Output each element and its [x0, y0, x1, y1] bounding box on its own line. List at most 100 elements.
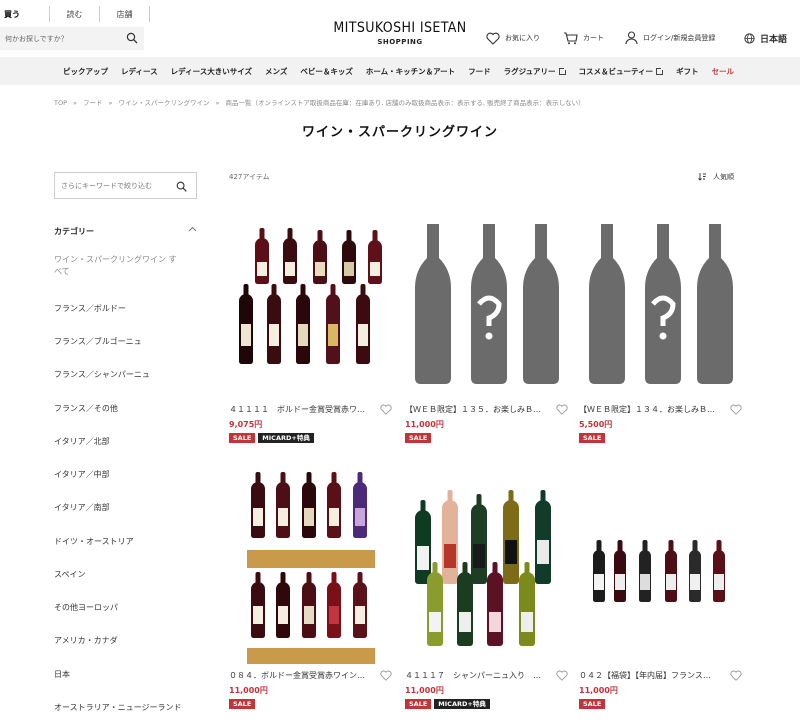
- nav-item-cosme-label: コスメ＆ビューティー: [578, 66, 654, 76]
- category-item-other-europe[interactable]: その他ヨーロッパ: [54, 602, 118, 614]
- product-name-text: ４１１１１ ボルドー金賞受賞赤ワ…: [229, 405, 365, 414]
- wine-bottle: [267, 294, 281, 364]
- category-item-italy-south[interactable]: イタリア／南部: [54, 502, 110, 514]
- product-name-text: ４１１１７ シャンパーニュ入り …: [405, 671, 541, 680]
- category-item-current[interactable]: ワイン・スパークリングワイン すべて: [54, 254, 182, 278]
- mode-tab-store[interactable]: 店舗: [100, 6, 150, 22]
- item-count: 427アイテム: [229, 173, 270, 181]
- search-icon[interactable]: [176, 181, 187, 192]
- nav-item-pickup[interactable]: ピックアップ: [63, 66, 108, 77]
- category-item-america-canada[interactable]: アメリカ・カナダ: [54, 635, 118, 647]
- wine-bottle: [713, 550, 725, 602]
- heart-icon[interactable]: [380, 404, 392, 415]
- product-image[interactable]: [405, 470, 570, 666]
- category-item-italy-north[interactable]: イタリア／北部: [54, 436, 110, 448]
- nav-item-ladies-plus[interactable]: レディース大きいサイズ: [171, 66, 252, 77]
- heart-icon[interactable]: [556, 404, 568, 415]
- award-stickers: [247, 648, 375, 664]
- category-item-spain[interactable]: スペイン: [54, 569, 85, 581]
- category-item-germany-austria[interactable]: ドイツ・オーストリア: [54, 536, 134, 548]
- product-card[interactable]: ４１１１１ ボルドー金賞受賞赤ワ… 9,075円 SALE MICARD+特典: [229, 212, 394, 443]
- heart-icon[interactable]: [380, 670, 392, 681]
- product-name[interactable]: ４１１１７ シャンパーニュ入り …: [405, 670, 570, 681]
- logo-main-text: MITSUKOSHI ISETAN: [333, 20, 467, 36]
- product-name[interactable]: ０４２【福袋】【年内届】フランス…: [579, 670, 744, 681]
- product-name[interactable]: 【ＷＥＢ限定】１３４．お楽しみＢ…: [579, 404, 744, 415]
- product-badges: SALE MICARD+特典: [229, 433, 394, 443]
- heart-icon[interactable]: [730, 670, 742, 681]
- nav-item-mens[interactable]: メンズ: [265, 66, 287, 77]
- mode-tabs: 買う 読む 店舗: [0, 6, 150, 22]
- wine-bottle: [665, 550, 677, 602]
- wine-bottle: [639, 550, 651, 602]
- login-label: ログイン/新規会員登録: [643, 34, 716, 42]
- mode-tab-buy[interactable]: 買う: [0, 6, 50, 22]
- wine-bottle: [302, 482, 316, 538]
- product-name[interactable]: ４１１１１ ボルドー金賞受賞赤ワ…: [229, 404, 394, 415]
- wine-bottle: [239, 294, 253, 364]
- product-card[interactable]: ４１１１７ シャンパーニュ入り … 11,000円 SALE MICARD+特典: [405, 470, 570, 709]
- sparkling-bottle: [442, 500, 458, 584]
- nav-item-food[interactable]: フード: [468, 66, 491, 77]
- mode-tab-read[interactable]: 読む: [50, 6, 100, 22]
- category-item-japan[interactable]: 日本: [54, 669, 70, 681]
- product-image[interactable]: [579, 470, 744, 666]
- breadcrumb: TOP » フード » ワイン・スパークリングワイン » 商品一覧（オンラインストア取扱商品…: [54, 97, 794, 107]
- heart-icon[interactable]: [730, 404, 742, 415]
- cart-link[interactable]: カート: [563, 30, 604, 46]
- product-card[interactable]: ０８４．ボルドー金賞受賞赤ワイン… 11,000円 SALE: [229, 470, 394, 709]
- favorites-link[interactable]: お気に入り: [486, 30, 540, 46]
- login-link[interactable]: ログイン/新規会員登録: [625, 30, 715, 46]
- chevron-up-icon: [188, 226, 197, 232]
- logo-sub-text: SHOPPING: [377, 38, 423, 46]
- sort-selector[interactable]: 人気順: [698, 172, 734, 182]
- wine-bottle: [302, 582, 316, 638]
- category-item-italy-central[interactable]: イタリア／中部: [54, 469, 110, 481]
- breadcrumb-top[interactable]: TOP: [54, 99, 67, 107]
- site-search-input[interactable]: 何かお探しですか？: [0, 27, 144, 50]
- product-image[interactable]: [405, 212, 570, 400]
- nav-item-ladies[interactable]: レディース: [121, 66, 158, 77]
- site-logo[interactable]: MITSUKOSHI ISETAN SHOPPING: [329, 20, 471, 46]
- category-item-champagne[interactable]: フランス／シャンパーニュ: [54, 369, 150, 381]
- product-card[interactable]: ０４２【福袋】【年内届】フランス… 11,000円 SALE: [579, 470, 744, 709]
- product-name[interactable]: 【ＷＥＢ限定】１３５．お楽しみＢ…: [405, 404, 570, 415]
- nav-item-sale[interactable]: セール: [712, 66, 735, 77]
- product-image[interactable]: [229, 470, 394, 666]
- category-item-bourgogne[interactable]: フランス／ブルゴーニュ: [54, 336, 142, 348]
- sale-badge: SALE: [405, 699, 432, 709]
- nav-item-home-kitchen[interactable]: ホーム・キッチン＆アート: [366, 66, 455, 77]
- wine-bottle: [283, 238, 297, 284]
- nav-item-cosme[interactable]: コスメ＆ビューティー: [578, 66, 665, 77]
- sparkling-bottle: [471, 504, 487, 584]
- external-link-icon: [656, 66, 665, 75]
- nav-item-luxury[interactable]: ラグジュアリー: [504, 66, 567, 77]
- refine-search-input[interactable]: さらにキーワードで絞り込む: [54, 172, 197, 199]
- product-image[interactable]: [579, 212, 744, 400]
- category-heading[interactable]: カテゴリー: [54, 226, 197, 237]
- product-name[interactable]: ０８４．ボルドー金賞受賞赤ワイン…: [229, 670, 394, 681]
- wine-bottle: [251, 482, 265, 538]
- product-card[interactable]: 【ＷＥＢ限定】１３５．お楽しみＢ… 11,000円 SALE: [405, 212, 570, 443]
- heart-icon[interactable]: [556, 670, 568, 681]
- category-item-oceania[interactable]: オーストラリア・ニュージーランド: [54, 702, 182, 714]
- category-item-bordeaux[interactable]: フランス／ボルドー: [54, 303, 126, 315]
- category-item-france-other[interactable]: フランス／その他: [54, 403, 118, 415]
- breadcrumb-food[interactable]: フード: [83, 99, 103, 107]
- breadcrumb-wine[interactable]: ワイン・スパークリングワイン: [118, 99, 209, 107]
- product-name-text: ０８４．ボルドー金賞受賞赤ワイン…: [229, 671, 365, 680]
- nav-item-gift[interactable]: ギフト: [676, 66, 699, 77]
- product-badges: SALE MICARD+特典: [405, 699, 570, 709]
- wine-bottle: [593, 550, 605, 602]
- search-icon[interactable]: [126, 32, 138, 44]
- product-card[interactable]: 【ＷＥＢ限定】１３４．お楽しみＢ… 5,500円 SALE: [579, 212, 744, 443]
- nav-item-baby-kids[interactable]: ベビー＆キッズ: [300, 66, 353, 77]
- product-image[interactable]: [229, 212, 394, 400]
- wine-bottle: [353, 582, 367, 638]
- site-search-placeholder: 何かお探しですか？: [5, 34, 68, 43]
- product-price: 5,500円: [579, 420, 613, 429]
- product-price: 11,000円: [579, 686, 618, 695]
- product-badges: SALE: [405, 433, 570, 443]
- language-selector[interactable]: 日本語: [744, 30, 787, 46]
- sale-badge: SALE: [229, 433, 256, 443]
